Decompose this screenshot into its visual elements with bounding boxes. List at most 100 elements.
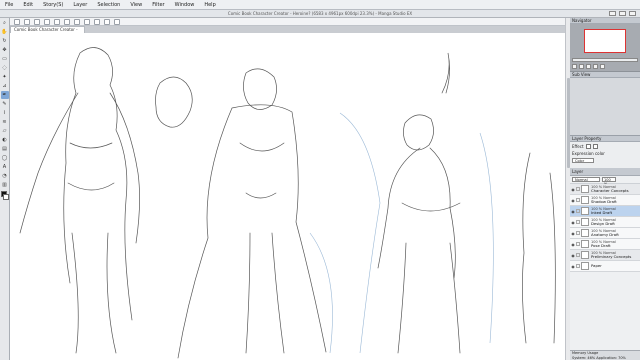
airbrush-icon[interactable]: ≋ bbox=[1, 118, 9, 126]
zoom-slider[interactable] bbox=[572, 58, 638, 62]
menu-item-filter[interactable]: Filter bbox=[147, 0, 169, 10]
layer-thumbnail bbox=[581, 262, 589, 270]
lock-icon[interactable] bbox=[576, 264, 580, 268]
move-icon[interactable]: ✥ bbox=[1, 46, 9, 54]
menu-item-storys[interactable]: Story(S) bbox=[38, 0, 68, 10]
subview-panel[interactable] bbox=[570, 78, 640, 136]
menu-item-layer[interactable]: Layer bbox=[68, 0, 92, 10]
grid-icon[interactable] bbox=[104, 18, 110, 25]
select-icon[interactable]: ▭ bbox=[1, 55, 9, 63]
title-bar: Comic Book Character Creator - Heroine? … bbox=[0, 10, 640, 18]
shape-icon[interactable]: ◯ bbox=[1, 154, 9, 162]
opacity-field[interactable]: 100 % bbox=[602, 177, 616, 186]
deselect-icon[interactable] bbox=[84, 18, 90, 25]
transform-icon[interactable] bbox=[74, 18, 80, 25]
maximize-button[interactable] bbox=[619, 11, 626, 16]
lock-icon[interactable] bbox=[576, 242, 580, 246]
window-title: Comic Book Character Creator - Heroine? … bbox=[227, 11, 413, 16]
menu-item-window[interactable]: Window bbox=[170, 0, 200, 10]
layer-thumbnail bbox=[581, 196, 589, 204]
close-button[interactable] bbox=[629, 11, 636, 16]
balloon-icon[interactable]: ◔ bbox=[1, 172, 9, 180]
layer-row[interactable]: ◉ Paper bbox=[570, 261, 640, 272]
snap-icon[interactable] bbox=[94, 18, 100, 25]
layer-thumbnail bbox=[581, 240, 589, 248]
fit-icon[interactable] bbox=[600, 64, 605, 69]
zoom-out-icon[interactable] bbox=[572, 64, 577, 69]
zoom-in-icon[interactable] bbox=[579, 64, 584, 69]
layer-list: ◉ 100 % Normal Character Concepts ◉ 100 % No… bbox=[570, 184, 640, 272]
pen-icon[interactable]: ✒ bbox=[0, 91, 9, 99]
layer-row[interactable]: ◉ 100 % Normal Inked Draft bbox=[570, 206, 640, 217]
wand-icon[interactable]: ✦ bbox=[1, 73, 9, 81]
menu-item-help[interactable]: Help bbox=[199, 0, 220, 10]
layer-thumbnail bbox=[581, 207, 589, 215]
sketch-artwork bbox=[19, 47, 556, 359]
command-bar bbox=[10, 18, 565, 26]
eraser-icon[interactable]: ▱ bbox=[1, 127, 9, 135]
fill-icon[interactable]: ◐ bbox=[1, 136, 9, 144]
layer-row[interactable]: ◉ 100 % Normal Pose Draft bbox=[570, 239, 640, 250]
layer-row[interactable]: ◉ 100 % Normal Anatomy Draft bbox=[570, 228, 640, 239]
brush-icon[interactable]: ⌇ bbox=[1, 109, 9, 117]
lock-icon[interactable] bbox=[576, 220, 580, 224]
gradient-icon[interactable]: ▤ bbox=[1, 145, 9, 153]
rotate-left-icon[interactable] bbox=[586, 64, 591, 69]
menu-item-file[interactable]: File bbox=[0, 0, 18, 10]
layer-folder[interactable]: ◉ 100 % Normal Character Concepts bbox=[570, 184, 640, 195]
drawing-canvas[interactable] bbox=[10, 33, 565, 360]
subview-title: Sub View bbox=[572, 71, 591, 77]
blend-mode-select[interactable]: Normal bbox=[572, 177, 600, 182]
rotate-right-icon[interactable] bbox=[593, 64, 598, 69]
layer-row[interactable]: ◉ 100 % Normal Design Draft bbox=[570, 217, 640, 228]
rotate-icon[interactable]: ↻ bbox=[1, 37, 9, 45]
layer-thumbnail bbox=[581, 229, 589, 237]
status-bar: Memory Usage System: 46% Application: 70… bbox=[570, 350, 640, 360]
lock-icon[interactable] bbox=[576, 209, 580, 213]
clear-icon[interactable] bbox=[64, 18, 70, 25]
eyedropper-icon[interactable]: ⊿ bbox=[1, 82, 9, 90]
window-controls bbox=[609, 11, 636, 16]
lock-icon[interactable] bbox=[576, 187, 580, 191]
minimize-button[interactable] bbox=[609, 11, 616, 16]
lasso-icon[interactable]: ◌ bbox=[1, 64, 9, 72]
lock-icon[interactable] bbox=[576, 231, 580, 235]
layer-header: Layer bbox=[570, 168, 640, 176]
menu-item-selection[interactable]: Selection bbox=[92, 0, 125, 10]
menu-item-edit[interactable]: Edit bbox=[18, 0, 38, 10]
new-icon[interactable] bbox=[14, 18, 20, 25]
layer-property-title: Layer Property bbox=[572, 135, 602, 141]
effect-toggle[interactable] bbox=[585, 143, 591, 149]
layer-folder[interactable]: ◉ 100 % Normal Preliminary Concepts bbox=[570, 250, 640, 261]
layer-row[interactable]: ◉ 100 % Normal Shadow Draft bbox=[570, 195, 640, 206]
settings-icon[interactable] bbox=[114, 18, 120, 25]
redo-icon[interactable] bbox=[54, 18, 60, 25]
lock-icon[interactable] bbox=[576, 198, 580, 202]
background-color-swatch[interactable] bbox=[3, 194, 9, 200]
navigator-panel[interactable] bbox=[570, 24, 640, 72]
layer-panel: Layer Normal 100 % ◉100 % NormalCharacte… bbox=[570, 168, 640, 360]
expression-color-select[interactable]: Color bbox=[572, 157, 594, 163]
open-icon[interactable] bbox=[24, 18, 30, 25]
zoom-icon[interactable]: ⌕ bbox=[1, 19, 9, 27]
menu-item-view[interactable]: View bbox=[125, 0, 147, 10]
effect-toggle-2[interactable] bbox=[592, 143, 598, 149]
menu-bar: File Edit Story(S) Layer Selection View Filter… bbox=[0, 0, 640, 10]
expression-color-label: Expression color bbox=[572, 150, 605, 156]
layer-name: Anatomy Draft bbox=[591, 232, 619, 237]
save-icon[interactable] bbox=[34, 18, 40, 25]
hand-icon[interactable]: ✋ bbox=[1, 28, 9, 36]
blend-row: Normal 100 % bbox=[570, 176, 640, 186]
layer-title: Layer bbox=[572, 169, 584, 174]
layer-name: Pose Draft bbox=[591, 243, 611, 248]
text-icon[interactable]: A bbox=[1, 163, 9, 171]
effect-label: Effect bbox=[572, 143, 584, 149]
document-tab[interactable]: Comic Book Character Creator - Heroine? bbox=[10, 26, 85, 38]
system-usage: System: 46% bbox=[572, 355, 596, 360]
undo-icon[interactable] bbox=[44, 18, 50, 25]
application-usage: Application: 70% bbox=[596, 355, 626, 360]
navigator-preview[interactable] bbox=[584, 29, 626, 53]
lock-icon[interactable] bbox=[576, 253, 580, 257]
pencil-icon[interactable]: ✎ bbox=[1, 100, 9, 108]
ruler-icon[interactable]: ▥ bbox=[1, 181, 9, 189]
